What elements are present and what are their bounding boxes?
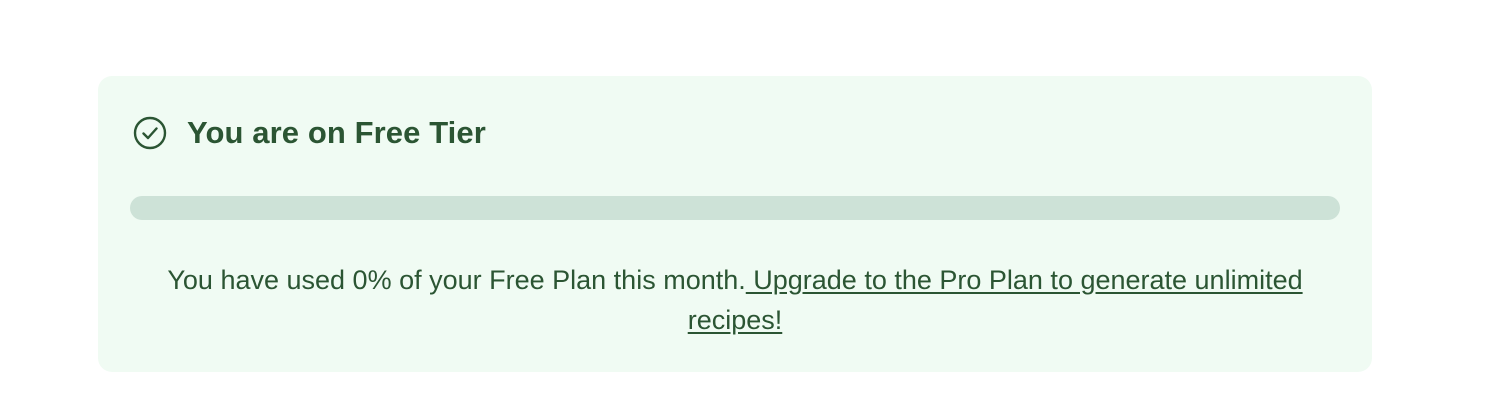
plan-title: You are on Free Tier (187, 115, 486, 150)
check-circle-icon (132, 115, 168, 151)
free-tier-card: You are on Free Tier You have used 0% of… (98, 76, 1372, 372)
plan-header: You are on Free Tier (132, 112, 486, 154)
upgrade-link[interactable]: Upgrade to the Pro Plan to generate unli… (688, 265, 1303, 335)
usage-text: You have used 0% of your Free Plan this … (167, 265, 746, 295)
usage-progress-bar (130, 196, 1340, 220)
usage-message: You have used 0% of your Free Plan this … (158, 260, 1312, 340)
